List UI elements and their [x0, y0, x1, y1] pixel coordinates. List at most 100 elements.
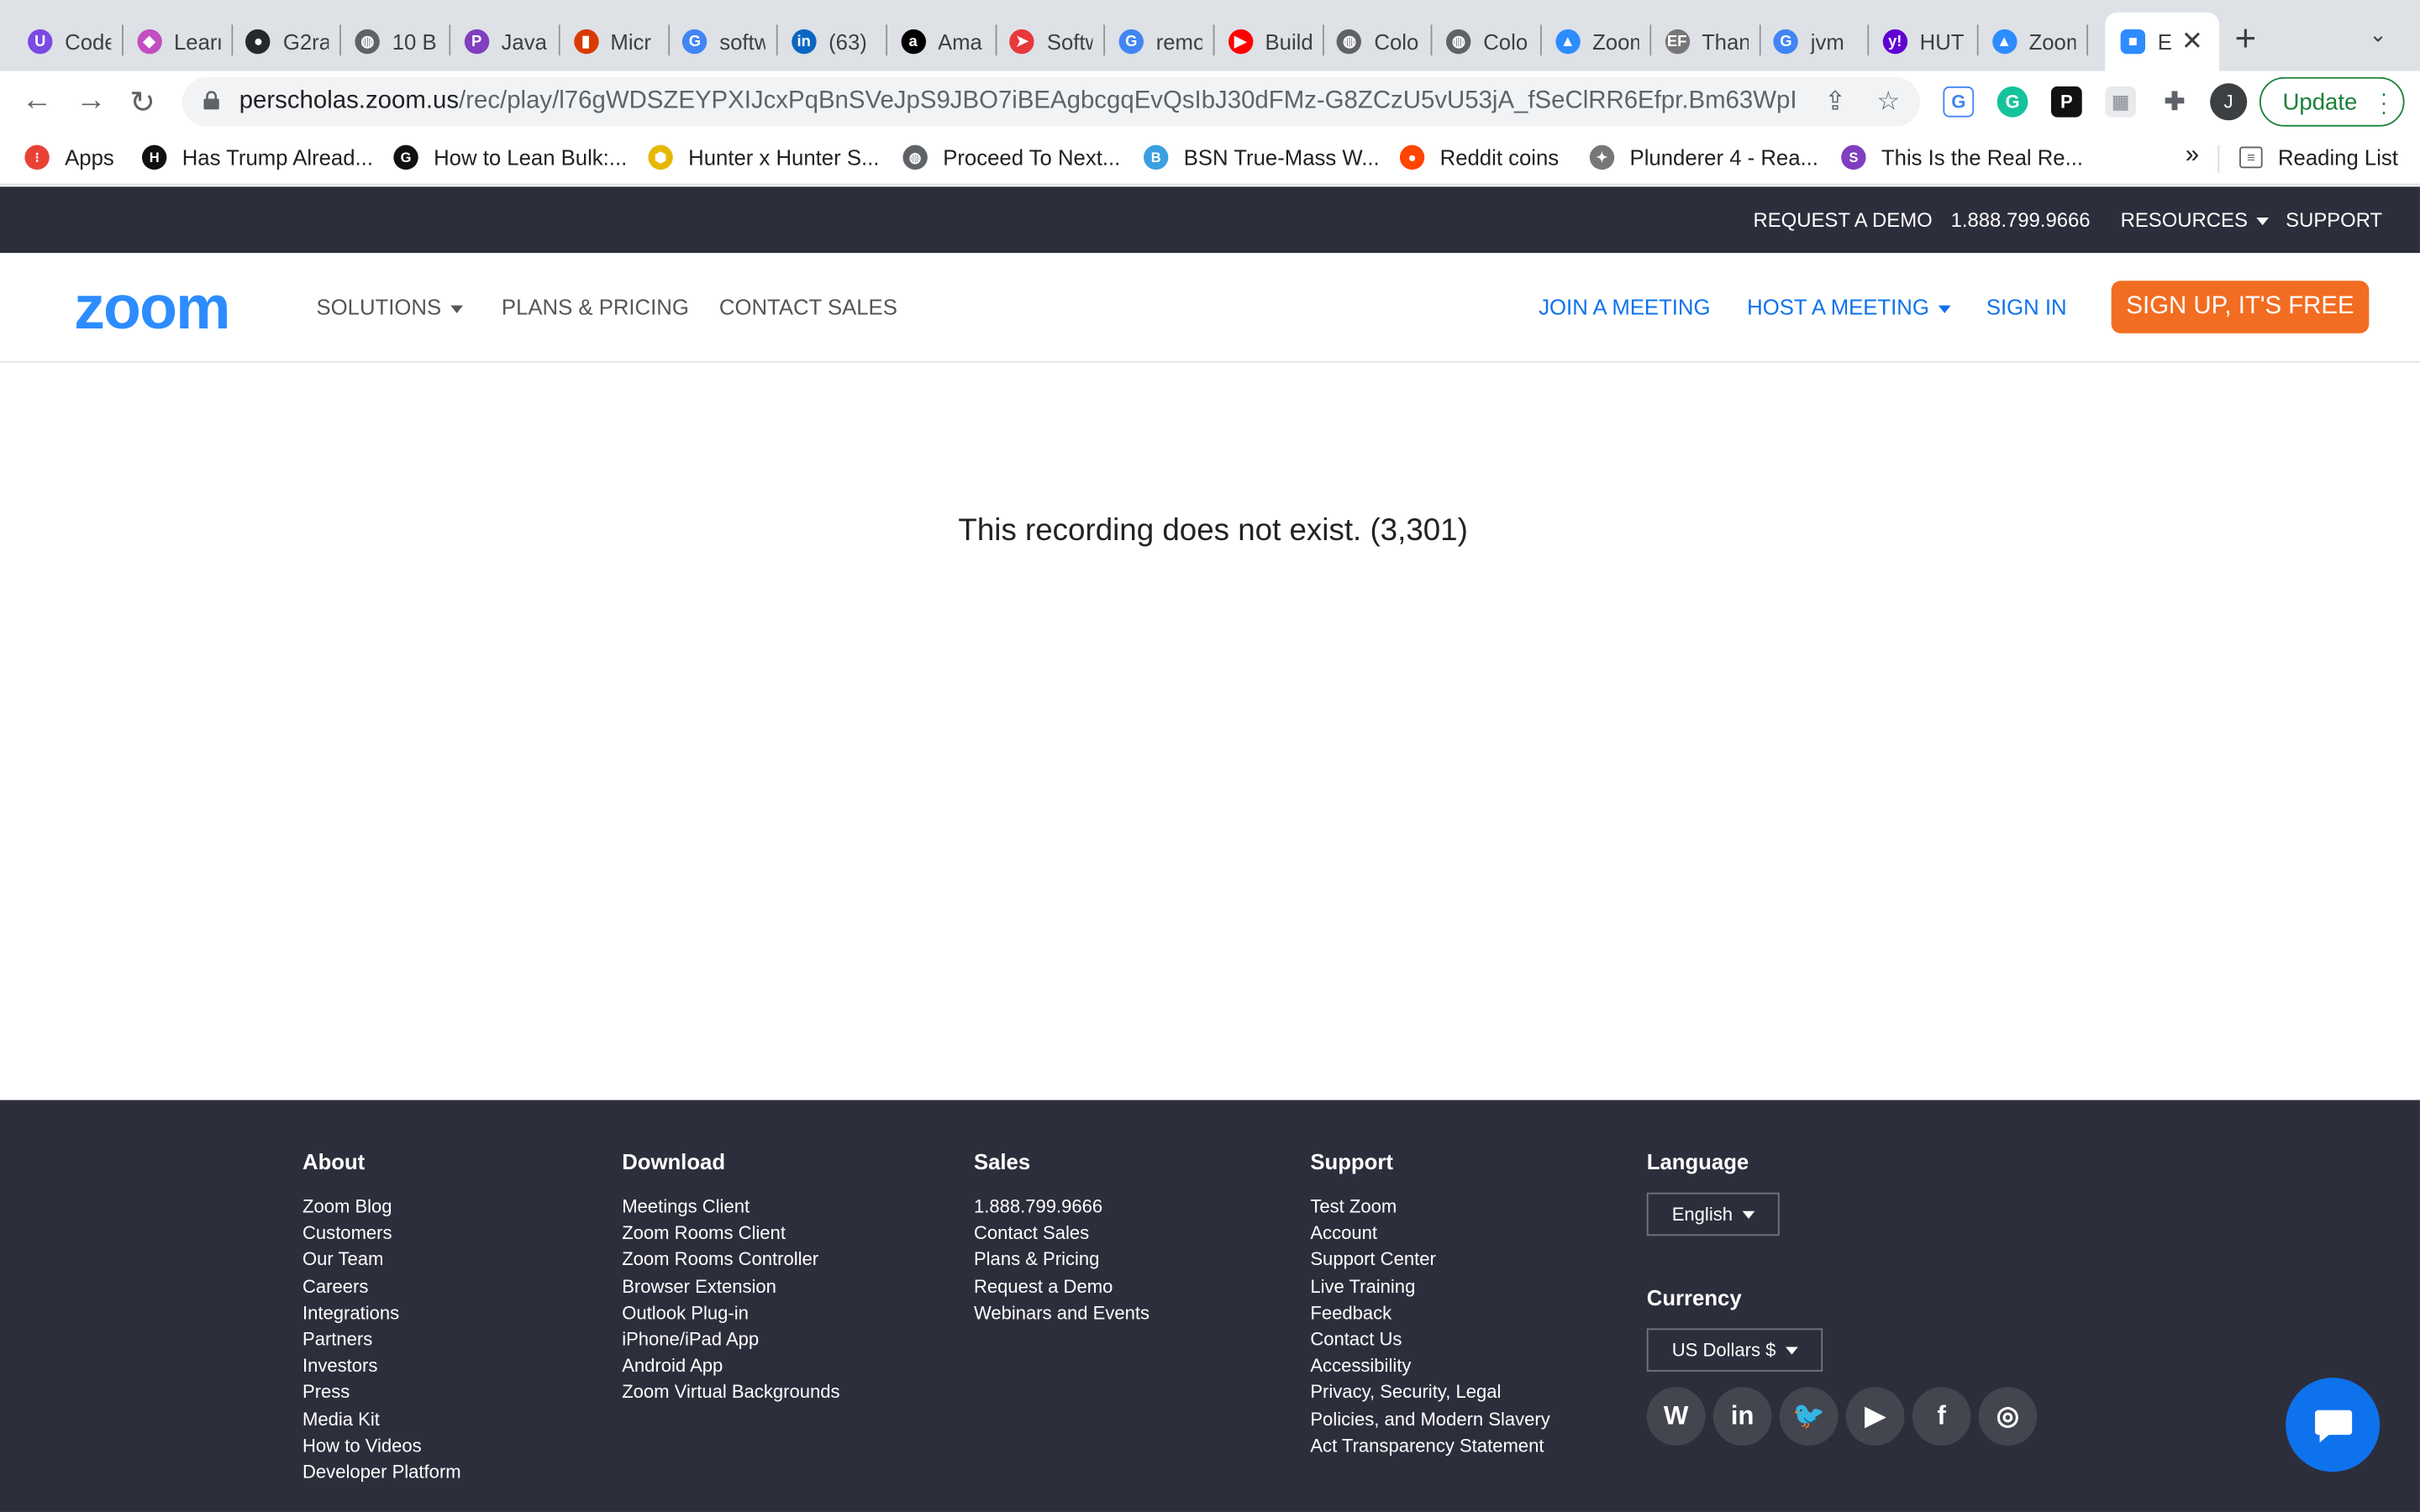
close-icon[interactable]: ✕ — [2181, 26, 2203, 57]
footer-link[interactable]: Feedback — [1310, 1300, 1549, 1327]
bookmark-item[interactable]: ◍ Proceed To Next... — [902, 144, 1120, 171]
footer-link[interactable]: Careers — [302, 1273, 461, 1300]
tab-search-chevron-icon[interactable]: ⌄ — [2369, 22, 2387, 48]
footer-link[interactable]: Act Transparency Statement — [1310, 1433, 1549, 1460]
reload-button[interactable]: ↻ — [129, 83, 155, 122]
language-select[interactable]: English — [1646, 1192, 1780, 1236]
footer-link[interactable]: Partners — [302, 1327, 461, 1354]
reading-list-button[interactable]: ≡ Reading List — [2239, 145, 2398, 170]
wordpress-icon[interactable]: W — [1646, 1387, 1706, 1446]
resources-menu[interactable]: RESOURCES — [2121, 208, 2270, 232]
address-bar[interactable]: perscholas.zoom.us/rec/play/l76gWDSZEYPX… — [182, 76, 1920, 127]
bookmark-item[interactable]: B BSN True-Mass W... — [1143, 144, 1380, 171]
phone-link[interactable]: 1.888.799.9666 — [1951, 208, 2091, 232]
footer-link[interactable]: Zoom Rooms Controller — [622, 1247, 839, 1274]
footer-link[interactable]: Support Center — [1310, 1247, 1549, 1274]
host-meeting-menu[interactable]: HOST A MEETING — [1747, 295, 1951, 319]
back-button[interactable]: ← — [22, 83, 53, 118]
bookmarks-overflow-chevron[interactable]: » — [2186, 142, 2199, 170]
browser-tab[interactable]: ▲ Zoom — [1976, 13, 2088, 71]
forward-button[interactable]: → — [76, 83, 107, 118]
bookmark-item[interactable]: G How to Lean Bulk:... — [393, 144, 627, 171]
footer-link[interactable]: Zoom Blog — [302, 1194, 461, 1221]
footer-link[interactable]: Test Zoom — [1310, 1194, 1549, 1221]
twitter-icon[interactable]: 🐦 — [1779, 1387, 1839, 1446]
footer-link[interactable]: Contact Sales — [974, 1221, 1150, 1247]
browser-tab[interactable]: ◍ Colo — [1431, 13, 1543, 71]
facebook-icon[interactable]: f — [1912, 1387, 1971, 1446]
browser-tab[interactable]: y! HUT — [1867, 13, 1979, 71]
bookmark-item[interactable]: S This Is the Real Re... — [1841, 144, 2083, 171]
support-link[interactable]: SUPPORT — [2286, 208, 2382, 232]
profile-avatar[interactable]: J — [2210, 83, 2248, 121]
browser-tab[interactable]: EF Than — [1649, 13, 1760, 71]
footer-link[interactable]: Integrations — [302, 1300, 461, 1327]
footer-link[interactable]: Investors — [302, 1353, 461, 1380]
solutions-menu[interactable]: SOLUTIONS — [317, 295, 463, 319]
bookmark-item[interactable]: ● Reddit coins — [1399, 144, 1559, 171]
browser-tab[interactable]: ▮ Micr — [558, 13, 670, 71]
footer-link[interactable]: Developer Platform — [302, 1460, 461, 1487]
footer-link[interactable]: Contact Us — [1310, 1327, 1549, 1354]
footer-link[interactable]: Meetings Client — [622, 1194, 839, 1221]
footer-link[interactable]: Zoom Virtual Backgrounds — [622, 1380, 839, 1407]
browser-tab[interactable]: ➤ Softw — [994, 13, 1106, 71]
browser-tab[interactable]: a Ama — [886, 13, 997, 71]
footer-link[interactable]: Customers — [302, 1221, 461, 1247]
update-button[interactable]: Update · · · — [2259, 76, 2405, 127]
instagram-icon[interactable]: ◎ — [1978, 1387, 2038, 1446]
footer-link[interactable]: Outlook Plug-in — [622, 1300, 839, 1327]
extensions-puzzle-icon[interactable]: ✚ — [2160, 87, 2191, 118]
footer-link[interactable]: Press — [302, 1380, 461, 1407]
footer-link[interactable]: Live Training — [1310, 1273, 1549, 1300]
footer-link[interactable]: Webinars and Events — [974, 1300, 1150, 1327]
browser-tab[interactable]: ▶ Build — [1213, 13, 1324, 71]
footer-link[interactable]: Policies, and Modern Slavery — [1310, 1406, 1549, 1433]
browser-tab[interactable]: Gsoftw — [667, 13, 779, 71]
footer-link[interactable]: Browser Extension — [622, 1273, 839, 1300]
footer-link[interactable]: Request a Demo — [974, 1273, 1150, 1300]
menu-dots-icon[interactable]: · · · — [2381, 81, 2388, 122]
bookmark-item[interactable]: ✦ Plunderer 4 - Rea... — [1589, 144, 1818, 171]
bookmark-item[interactable]: H Has Trump Alread... — [141, 144, 373, 171]
footer-link[interactable]: Zoom Rooms Client — [622, 1221, 839, 1247]
contact-sales-link[interactable]: CONTACT SALES — [719, 295, 897, 319]
footer-link[interactable]: Android App — [622, 1353, 839, 1380]
footer-link[interactable]: Media Kit — [302, 1406, 461, 1433]
bookmark-item[interactable]: ⁝ Apps — [24, 144, 114, 171]
translate-extension-icon[interactable]: G — [1943, 86, 1975, 118]
browser-tab-active[interactable]: ■ E ✕ — [2105, 12, 2220, 71]
bookmark-item[interactable]: ⬢ Hunter x Hunter S... — [648, 144, 879, 171]
browser-tab[interactable]: ▲ Zoom — [1540, 13, 1651, 71]
share-icon[interactable]: ⇪ — [1824, 87, 1846, 118]
bookmark-star-icon[interactable]: ☆ — [1876, 87, 1900, 118]
browser-tab[interactable]: ◆ Learn — [122, 13, 233, 71]
footer-link[interactable]: 1.888.799.9666 — [974, 1194, 1150, 1221]
browser-tab[interactable]: ◍ 10 B — [339, 13, 451, 71]
browser-tab[interactable]: ◍ Colo — [1322, 13, 1434, 71]
linkedin-icon[interactable]: in — [1712, 1387, 1772, 1446]
footer-link[interactable]: How to Videos — [302, 1433, 461, 1460]
zoom-logo[interactable]: zoom — [74, 275, 230, 344]
plans-pricing-link[interactable]: PLANS & PRICING — [502, 295, 689, 319]
browser-tab[interactable]: ● G2ra — [230, 13, 342, 71]
new-tab-button[interactable]: + — [2235, 18, 2257, 61]
footer-link[interactable]: Our Team — [302, 1247, 461, 1274]
request-demo-link[interactable]: REQUEST A DEMO — [1753, 208, 1932, 232]
extension-icon[interactable]: ▦ — [2105, 86, 2136, 118]
browser-tab[interactable]: Gjvm — [1758, 13, 1870, 71]
chat-button[interactable] — [2286, 1378, 2381, 1473]
browser-tab[interactable]: in (63) — [776, 13, 887, 71]
footer-link[interactable]: Plans & Pricing — [974, 1247, 1150, 1274]
footer-link[interactable]: iPhone/iPad App — [622, 1327, 839, 1354]
currency-select[interactable]: US Dollars $ — [1646, 1328, 1823, 1372]
footer-link[interactable]: Account — [1310, 1221, 1549, 1247]
browser-tab[interactable]: Gremo — [1103, 13, 1215, 71]
sign-up-button[interactable]: SIGN UP, IT'S FREE — [2111, 281, 2370, 333]
sign-in-link[interactable]: SIGN IN — [1986, 295, 2067, 319]
browser-tab[interactable]: U Code — [13, 13, 124, 71]
footer-link[interactable]: Accessibility — [1310, 1353, 1549, 1380]
p-extension-icon[interactable]: P — [2050, 86, 2082, 118]
browser-tab[interactable]: P Java — [449, 13, 560, 71]
grammarly-extension-icon[interactable]: G — [1996, 86, 2028, 118]
